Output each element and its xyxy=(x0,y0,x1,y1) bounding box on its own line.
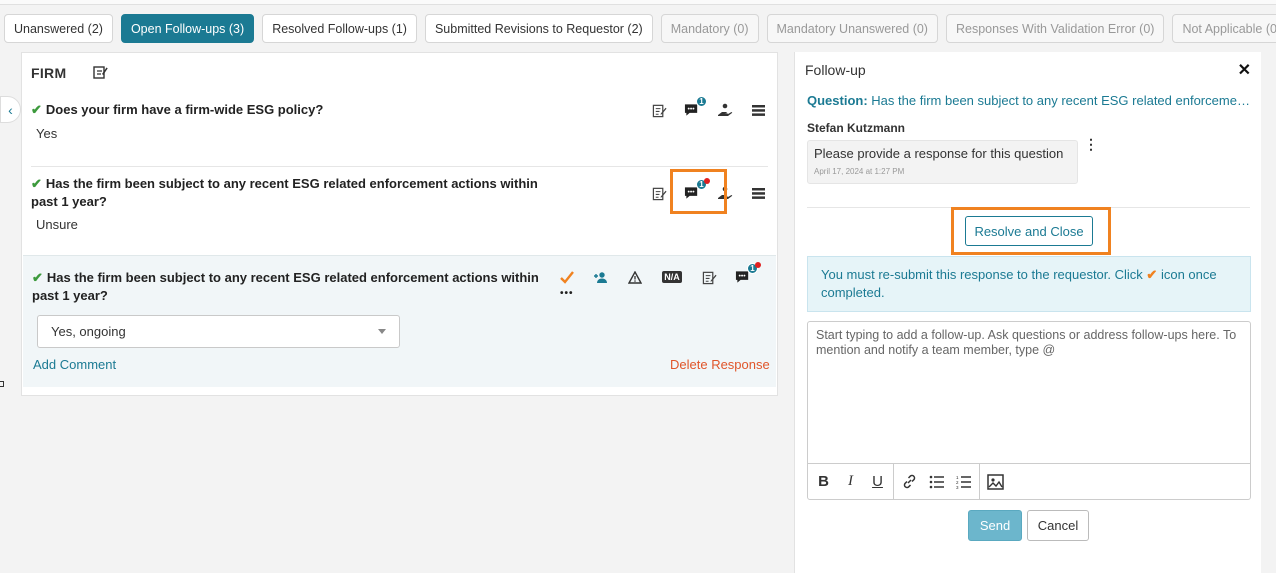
check-icon: ✔ xyxy=(31,176,42,191)
new-activity-dot xyxy=(755,262,761,268)
question-2: ✔ Has the firm been subject to any recent… xyxy=(31,176,538,209)
media-group xyxy=(980,464,1011,500)
italic-button[interactable]: I xyxy=(841,472,860,491)
filter-submitted-revisions[interactable]: Submitted Revisions to Requestor (2) xyxy=(424,14,653,43)
resubmit-notice: You must re-submit this response to the … xyxy=(807,256,1251,312)
followup-chat-icon[interactable]: 1 xyxy=(684,96,707,118)
filter-open-followups[interactable]: Open Follow-ups (3) xyxy=(120,14,255,43)
edit-icon[interactable] xyxy=(651,102,667,118)
filter-mandatory-unanswered[interactable]: Mandatory Unanswered (0) xyxy=(766,14,938,43)
answer-select-value: Yes, ongoing xyxy=(51,324,126,339)
filter-validation-error[interactable]: Responses With Validation Error (0) xyxy=(945,14,1165,43)
bullet-list-icon[interactable] xyxy=(927,472,946,491)
filter-tabs: Unanswered (2) Open Follow-ups (3) Resol… xyxy=(4,14,1276,43)
numbered-list-icon[interactable]: 123 xyxy=(954,472,973,491)
delete-response-link[interactable]: Delete Response xyxy=(670,357,770,372)
check-icon: ✔ xyxy=(31,102,42,117)
add-user-icon[interactable] xyxy=(593,269,609,285)
comment-message: Please provide a response for this quest… xyxy=(814,146,1064,161)
link-icon[interactable] xyxy=(900,472,919,491)
close-icon[interactable]: ✕ xyxy=(1238,60,1251,80)
followup-question: Question: Has the firm been subject to a… xyxy=(807,93,1252,108)
details-list-icon[interactable] xyxy=(750,185,766,201)
followup-chat-icon[interactable]: 1 xyxy=(735,262,761,285)
questions-panel: FIRM ✔ Does your firm have a firm-wide ES… xyxy=(21,52,778,396)
top-bar xyxy=(0,0,1276,5)
divider xyxy=(31,166,768,167)
filter-resolved-followups[interactable]: Resolved Follow-ups (1) xyxy=(262,14,417,43)
edit-section-icon[interactable] xyxy=(92,64,108,80)
followup-panel: Follow-up ✕ Question: Has the firm been … xyxy=(794,52,1261,573)
filter-mandatory[interactable]: Mandatory (0) xyxy=(660,14,759,43)
followup-count-badge: 1 xyxy=(696,96,707,107)
resolve-and-close-button[interactable]: Resolve and Close xyxy=(965,216,1093,246)
check-icon: ✔ xyxy=(1146,267,1158,282)
format-group: B I U xyxy=(808,463,894,500)
followup-input[interactable] xyxy=(808,322,1250,463)
active-question-area: ✔ Has the firm been subject to any recent… xyxy=(23,255,776,387)
question-3: ✔ Has the firm been subject to any recent… xyxy=(32,270,539,303)
highlight-box xyxy=(670,169,727,214)
cancel-button[interactable]: Cancel xyxy=(1027,510,1089,541)
filter-unanswered[interactable]: Unanswered (2) xyxy=(4,14,113,43)
warning-icon[interactable] xyxy=(627,269,643,285)
filter-not-applicable[interactable]: Not Applicable (0) xyxy=(1172,14,1276,43)
not-applicable-icon[interactable]: N/A xyxy=(661,269,683,285)
image-icon[interactable] xyxy=(986,472,1005,491)
question-1-actions: 1 xyxy=(651,96,766,118)
followup-editor: B I U 123 xyxy=(807,321,1251,500)
edge-marker xyxy=(0,381,4,387)
insert-group: 123 xyxy=(894,463,980,500)
comment-more-icon[interactable]: ⋮ xyxy=(1084,137,1098,151)
collapse-panel-button[interactable]: ‹ xyxy=(0,96,21,123)
underline-button[interactable]: U xyxy=(868,472,887,491)
details-list-icon[interactable] xyxy=(750,102,766,118)
answer-select[interactable]: Yes, ongoing xyxy=(37,315,400,348)
question-3-actions: N/A 1 xyxy=(559,262,761,285)
question-1: ✔ Does your firm have a firm-wide ESG pol… xyxy=(31,102,324,117)
bold-button[interactable]: B xyxy=(814,472,833,491)
more-options-icon[interactable]: ••• xyxy=(560,288,574,299)
check-icon: ✔ xyxy=(32,270,43,285)
assign-hand-icon[interactable] xyxy=(717,102,733,118)
answer-1: Yes xyxy=(36,126,58,141)
chevron-left-icon: ‹ xyxy=(8,101,13,118)
section-title: FIRM xyxy=(31,65,67,81)
submit-check-icon[interactable] xyxy=(559,269,575,285)
comment-author: Stefan Kutzmann xyxy=(807,121,906,135)
add-comment-link[interactable]: Add Comment xyxy=(33,357,116,372)
panel-title: Follow-up xyxy=(805,62,866,78)
comment-timestamp: April 17, 2024 at 1:27 PM xyxy=(814,167,905,176)
editor-toolbar: B I U 123 xyxy=(808,463,1250,500)
caret-down-icon xyxy=(378,329,386,334)
svg-text:3: 3 xyxy=(956,485,959,489)
comment-bubble: Please provide a response for this quest… xyxy=(807,140,1078,184)
edit-icon[interactable] xyxy=(651,185,667,201)
answer-2: Unsure xyxy=(36,217,78,232)
send-button[interactable]: Send xyxy=(968,510,1022,541)
edit-icon[interactable] xyxy=(701,269,717,285)
